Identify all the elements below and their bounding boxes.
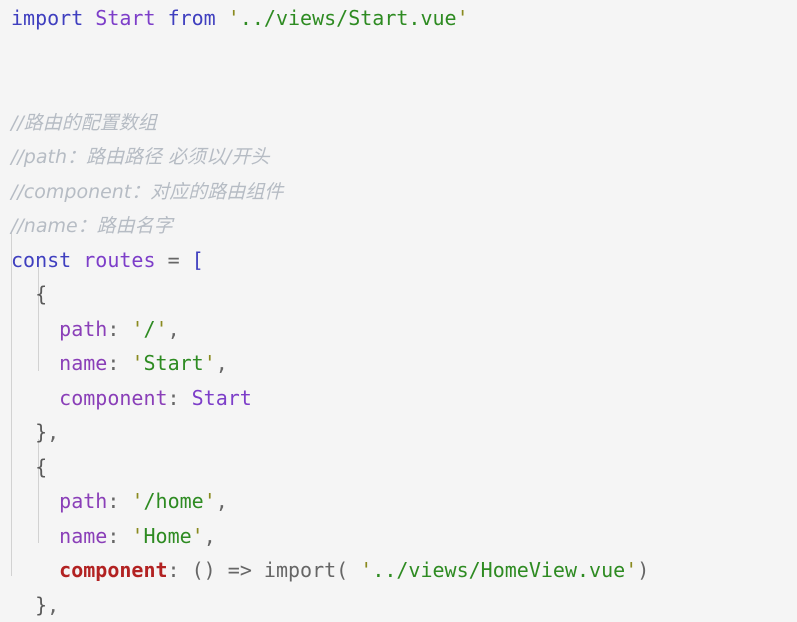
code-content[interactable]: import Start from '../views/Start.vue' /… xyxy=(0,0,797,622)
comment-component: //component：对应的路由组件 xyxy=(11,181,283,203)
code-editor-pane[interactable]: import Start from '../views/Start.vue' /… xyxy=(0,0,797,576)
code-line-object1-close[interactable]: }, xyxy=(11,415,797,450)
code-line-comment-path: //path：路由路径 必须以/开头 xyxy=(11,139,797,174)
comma: , xyxy=(47,420,59,444)
arrow-operator: => xyxy=(228,558,252,582)
comment-name: //name：路由名字 xyxy=(11,215,173,237)
comment-path: //path：路由路径 必须以/开头 xyxy=(11,146,269,168)
quote-open: ' xyxy=(131,489,143,513)
operator-assign: = xyxy=(168,248,180,272)
identifier-component-value: Start xyxy=(192,386,252,410)
code-line-object2-path[interactable]: path: '/home', xyxy=(11,484,797,519)
keyword-const: const xyxy=(11,248,71,272)
quote-close: ' xyxy=(457,6,469,30)
comma: , xyxy=(168,317,180,341)
paren-close: ) xyxy=(637,558,649,582)
code-line-import-start[interactable]: import Start from '../views/Start.vue' xyxy=(11,0,797,36)
string-name-value: Home xyxy=(143,524,191,548)
property-key-component: component xyxy=(59,386,167,410)
string-component-path: ../views/HomeView.vue xyxy=(372,558,625,582)
code-line-object2-close[interactable]: }, xyxy=(11,588,797,622)
keyword-import: import xyxy=(11,6,83,30)
identifier-start: Start xyxy=(95,6,155,30)
quote-open: ' xyxy=(360,558,372,582)
quote-open: ' xyxy=(131,351,143,375)
property-key-component-highlighted: component xyxy=(59,558,167,582)
property-key-name: name xyxy=(59,524,107,548)
code-line-object1-component[interactable]: component: Start xyxy=(11,381,797,416)
string-path-value: / xyxy=(143,317,155,341)
identifier-routes: routes xyxy=(83,248,155,272)
colon: : xyxy=(107,351,119,375)
colon: : xyxy=(107,489,119,513)
comma: , xyxy=(204,524,216,548)
dynamic-import-call: import( xyxy=(264,558,348,582)
property-key-path: path xyxy=(59,489,107,513)
string-name-value: Start xyxy=(143,351,203,375)
colon: : xyxy=(168,386,180,410)
quote-open: ' xyxy=(131,524,143,548)
code-line-const-routes[interactable]: const routes = [ xyxy=(11,243,797,278)
comma: , xyxy=(216,351,228,375)
quote-open: ' xyxy=(228,6,240,30)
comment-routes-array: //路由的配置数组 xyxy=(11,112,157,134)
code-line-object1-path[interactable]: path: '/', xyxy=(11,312,797,347)
property-key-name: name xyxy=(59,351,107,375)
code-line-object2-open[interactable]: { xyxy=(11,450,797,485)
brace-close-object-2: } xyxy=(35,593,47,617)
code-line-blank-1 xyxy=(11,36,797,71)
code-line-object2-name[interactable]: name: 'Home', xyxy=(11,519,797,554)
code-line-object1-open[interactable]: { xyxy=(11,277,797,312)
arrow-function-params: () xyxy=(192,558,216,582)
code-line-comment-component: //component：对应的路由组件 xyxy=(11,174,797,209)
colon: : xyxy=(107,317,119,341)
comma: , xyxy=(216,489,228,513)
brace-open-object-2: { xyxy=(35,455,47,479)
string-path-value: /home xyxy=(143,489,203,513)
brace-close-object-1: } xyxy=(35,420,47,444)
bracket-open: [ xyxy=(192,248,204,272)
code-line-object1-name[interactable]: name: 'Start', xyxy=(11,346,797,381)
comma: , xyxy=(47,593,59,617)
string-import-path: ../views/Start.vue xyxy=(240,6,457,30)
code-line-object2-component[interactable]: component: () => import( '../views/HomeV… xyxy=(11,553,797,588)
code-line-blank-2 xyxy=(11,70,797,105)
quote-close: ' xyxy=(625,558,637,582)
colon: : xyxy=(168,558,180,582)
property-key-path: path xyxy=(59,317,107,341)
quote-close: ' xyxy=(204,351,216,375)
quote-close: ' xyxy=(204,489,216,513)
quote-open: ' xyxy=(131,317,143,341)
brace-open-object-1: { xyxy=(35,282,47,306)
code-line-comment-routes-array: //路由的配置数组 xyxy=(11,105,797,140)
colon: : xyxy=(107,524,119,548)
quote-close: ' xyxy=(192,524,204,548)
keyword-from: from xyxy=(168,6,216,30)
code-line-comment-name: //name：路由名字 xyxy=(11,208,797,243)
quote-close: ' xyxy=(156,317,168,341)
